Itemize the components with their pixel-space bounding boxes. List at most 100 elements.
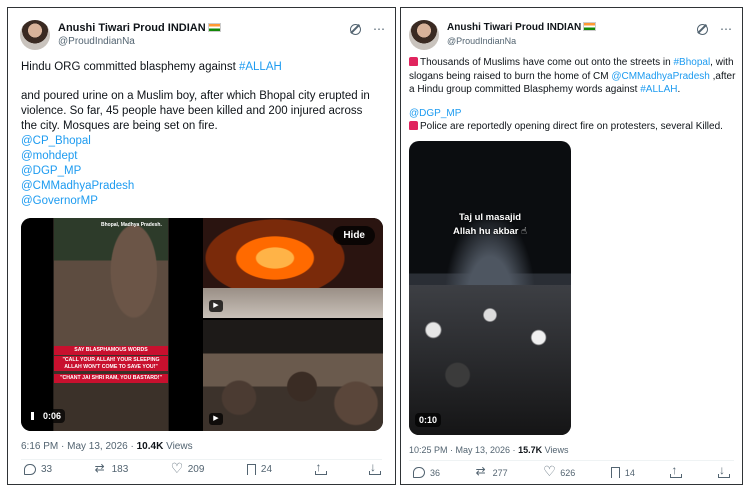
reply-count: 33 [41, 464, 53, 475]
divider [21, 459, 382, 460]
bookmark-icon [610, 467, 620, 478]
timestamp[interactable]: 6:16 PM · May 13, 2026 · [21, 441, 137, 452]
tweet-meta: 6:16 PM · May 13, 2026 · 10.4K Views [21, 441, 193, 452]
repost-button[interactable]: 183 [95, 461, 129, 475]
share-icon [670, 463, 683, 478]
text-line: Hindu ORG committed blasphemy against [21, 61, 239, 73]
video-overlay-text: Allah hu akbar ☝ [453, 226, 527, 237]
media-video-fire[interactable]: ▶ Hide [203, 218, 383, 318]
hide-button[interactable]: Hide [333, 226, 375, 245]
like-button[interactable]: 626 [543, 463, 576, 480]
views-count: 10.4K [136, 441, 164, 452]
play-icon[interactable]: ▶ [209, 413, 223, 425]
download-icon [717, 463, 730, 478]
mention-link[interactable]: @DGP_MP [409, 107, 739, 121]
author-name[interactable]: Anushi Tiwari Proud INDIAN [58, 22, 221, 34]
timestamp[interactable]: 10:25 PM · May 13, 2026 · [409, 445, 518, 455]
download-button[interactable] [717, 463, 730, 478]
author-handle[interactable]: @ProudIndianNa [447, 36, 516, 46]
download-icon [368, 460, 381, 475]
mention-link[interactable]: @GovernorMP [21, 194, 381, 209]
like-count: 209 [187, 464, 205, 475]
play-icon[interactable]: ▶ [209, 300, 223, 312]
tweet-text: Hindu ORG committed blasphemy against #A… [21, 60, 381, 209]
video-overlay-text: Taj ul masajid [458, 212, 522, 223]
mention-link[interactable]: @CP_Bhopal [21, 134, 381, 149]
share-icon [314, 460, 327, 475]
siren-icon [409, 57, 418, 66]
grok-icon[interactable] [697, 23, 708, 35]
repost-icon [476, 464, 488, 478]
reply-icon [24, 464, 36, 475]
action-bar: 33 183 209 24 [24, 460, 381, 477]
video-banner: "CALL YOUR ALLAH! YOUR SLEEPING ALLAH WO… [54, 356, 168, 371]
hashtag-link[interactable]: #Bhopal [673, 57, 710, 68]
mention-link[interactable]: @DGP_MP [21, 164, 381, 179]
views-label: Views [163, 441, 193, 452]
video-player[interactable]: Bhopal, Madhya Pradesh. SAY BLASPHAMOUS … [21, 218, 201, 431]
repost-count: 183 [111, 464, 129, 475]
tweet-header: Anushi Tiwari Proud INDIAN @ProudIndianN… [409, 20, 732, 54]
like-count: 626 [560, 467, 576, 478]
author-name[interactable]: Anushi Tiwari Proud INDIAN [447, 22, 597, 33]
repost-icon [95, 461, 107, 475]
tweet-text: Thousands of Muslims have come out onto … [409, 56, 739, 134]
reply-button[interactable]: 33 [24, 464, 52, 475]
bookmark-count: 14 [624, 467, 635, 478]
more-icon[interactable]: ⋯ [373, 22, 385, 36]
video-duration: 0:06 [27, 409, 66, 423]
author-name-text[interactable]: Anushi Tiwari Proud INDIAN [447, 22, 581, 33]
reply-icon [413, 467, 425, 478]
bookmark-button[interactable]: 24 [246, 464, 273, 475]
video-duration: 0:10 [415, 413, 442, 427]
india-flag-icon [583, 22, 597, 31]
india-flag-icon [207, 23, 221, 32]
views-label: Views [542, 445, 569, 455]
mention-link[interactable]: @CMMadhyaPradesh [21, 179, 381, 194]
video-frame [54, 218, 168, 431]
text-part: Thousands of Muslims have come out onto … [420, 57, 674, 68]
text-part: Police are reportedly opening direct fir… [420, 121, 723, 132]
bookmark-count: 24 [260, 464, 273, 475]
repost-count: 277 [492, 467, 508, 478]
media-grid[interactable]: Bhopal, Madhya Pradesh. SAY BLASPHAMOUS … [21, 218, 383, 431]
tweet-header: Anushi Tiwari Proud INDIAN @ProudIndianN… [20, 20, 385, 54]
like-icon [171, 460, 184, 477]
duration-text: 0:06 [43, 411, 62, 421]
share-button[interactable] [314, 460, 327, 475]
pause-icon[interactable] [31, 412, 40, 420]
more-icon[interactable]: ⋯ [720, 22, 732, 36]
video-caption: Bhopal, Madhya Pradesh. [101, 222, 162, 228]
author-name-text[interactable]: Anushi Tiwari Proud INDIAN [58, 22, 206, 34]
grok-icon[interactable] [350, 23, 361, 35]
tweet-card-2[interactable]: Anushi Tiwari Proud INDIAN @ProudIndianN… [400, 7, 743, 485]
tweet-card-1[interactable]: Anushi Tiwari Proud INDIAN @ProudIndianN… [7, 7, 396, 485]
share-button[interactable] [670, 463, 683, 478]
siren-icon [409, 121, 418, 130]
video-banner: SAY BLASPHAMOUS WORDS [54, 346, 168, 355]
media-video-crowd[interactable]: ▶ [203, 320, 383, 431]
video-player[interactable]: Taj ul masajid Allah hu akbar ☝ 0:10 [409, 141, 571, 435]
bookmark-button[interactable]: 14 [610, 467, 635, 478]
video-banner: "CHANT JAI SHRI RAM, YOU BASTARD!" [54, 374, 168, 383]
hashtag-link[interactable]: #ALLAH [239, 61, 282, 73]
text-body: and poured urine on a Muslim boy, after … [21, 90, 370, 132]
like-icon [543, 463, 556, 480]
divider [409, 460, 734, 461]
image-floor [203, 288, 383, 318]
like-button[interactable]: 209 [171, 460, 205, 477]
mention-link[interactable]: @mohdept [21, 149, 381, 164]
action-bar: 36 277 626 14 [413, 463, 730, 480]
author-handle[interactable]: @ProudIndianNa [58, 36, 135, 47]
reply-button[interactable]: 36 [413, 467, 440, 478]
bookmark-icon [246, 464, 256, 475]
avatar[interactable] [409, 20, 439, 50]
repost-button[interactable]: 277 [476, 464, 508, 478]
mention-link[interactable]: @CMMadhyaPradesh [611, 71, 710, 82]
hashtag-link[interactable]: #ALLAH [640, 84, 677, 95]
tweet-meta: 10:25 PM · May 13, 2026 · 15.7K Views [409, 445, 568, 455]
avatar[interactable] [20, 20, 50, 50]
text-part: . [677, 84, 681, 95]
download-button[interactable] [368, 460, 381, 475]
views-count: 15.7K [518, 445, 543, 455]
